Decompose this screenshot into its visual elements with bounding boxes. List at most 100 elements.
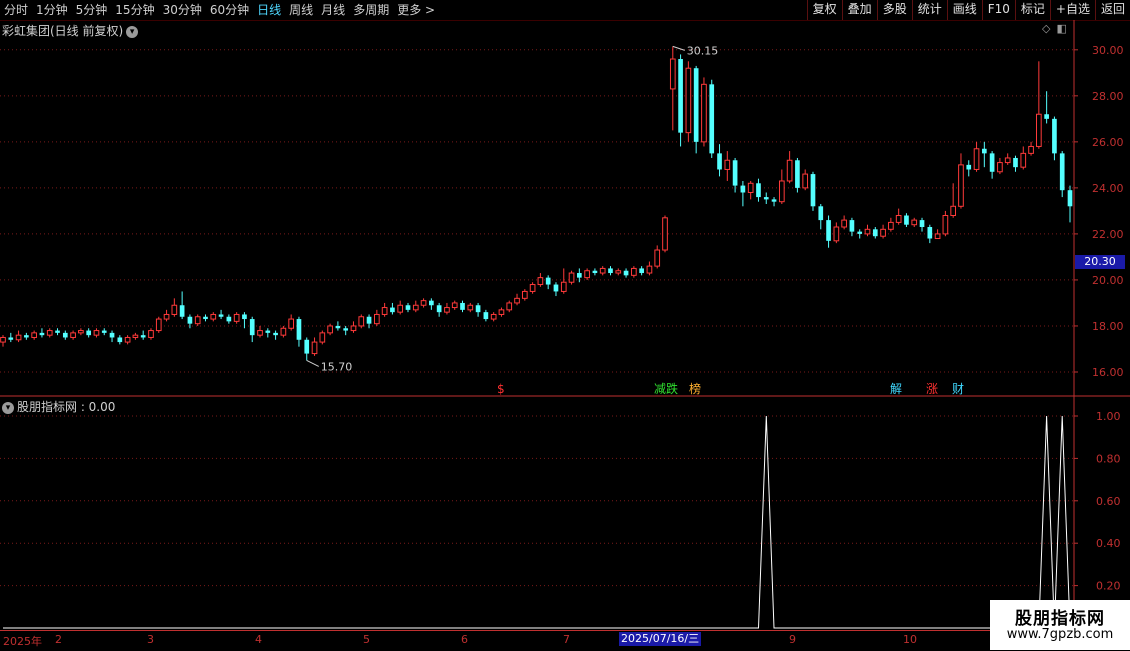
candle-body: [934, 233, 941, 240]
candle-body: [304, 339, 310, 354]
candle-body: [429, 300, 434, 306]
date-label: 7: [563, 633, 570, 646]
candle-body: [8, 337, 14, 340]
candle-body: [709, 84, 715, 154]
candle-body: [919, 220, 925, 228]
candle-body: [483, 312, 489, 320]
candle-body: [529, 284, 536, 292]
candle-body: [654, 249, 661, 267]
candle-body: [242, 314, 247, 320]
candle-body: [226, 316, 232, 322]
event-marker: 减跌: [654, 381, 678, 396]
watermark: 股朋指标网 www.7gpzb.com: [990, 600, 1130, 650]
candle-body: [467, 304, 474, 311]
candle-body: [732, 160, 738, 186]
candle-body: [950, 205, 957, 217]
candle-body: [124, 336, 131, 343]
event-marker: 解: [890, 382, 902, 396]
candle-body: [678, 59, 683, 133]
candle-body: [436, 305, 442, 313]
candle-body: [693, 68, 699, 142]
candle-body: [740, 185, 746, 193]
indicator-y-tick-label: 1.00: [1096, 410, 1121, 423]
candle-body: [771, 199, 777, 202]
candle-body: [374, 313, 380, 325]
candle-body: [849, 220, 855, 232]
candle-body: [451, 302, 458, 309]
candle-body: [904, 215, 909, 225]
y-tick-label: 16.00: [1092, 366, 1124, 379]
candle-body: [599, 267, 606, 274]
candle-body: [584, 270, 590, 279]
date-label: 2025年: [3, 635, 42, 648]
candle-body: [163, 313, 170, 320]
candle-body: [194, 316, 201, 325]
y-tick-label: 24.00: [1092, 182, 1124, 195]
indicator-y-tick-label: 0.40: [1096, 537, 1121, 550]
candle-body: [537, 277, 544, 286]
candle-body: [639, 268, 644, 274]
candle-body: [179, 305, 185, 317]
candle-body: [257, 330, 263, 336]
candle-body: [155, 318, 162, 332]
event-marker: 涨: [926, 381, 938, 396]
candle-body: [78, 330, 84, 334]
candle-body: [1067, 190, 1073, 207]
candle-body: [311, 341, 318, 355]
candle-body: [1004, 157, 1011, 164]
candle-body: [786, 159, 793, 182]
candle-body: [615, 270, 622, 274]
candle-body: [210, 313, 217, 320]
candle-body: [958, 164, 964, 207]
candle-body: [15, 334, 22, 341]
date-label: 6: [461, 633, 468, 646]
chart-svg: 30.00 28.00 26.00 24.00 22.00 20.00 18.00 16.00…: [0, 20, 1130, 630]
candle-body: [942, 215, 949, 235]
candle-body: [62, 332, 68, 338]
y-tick-label: 30.00: [1092, 44, 1124, 57]
candle-body: [646, 265, 653, 274]
candle-body: [288, 318, 295, 329]
candle-body: [343, 328, 349, 331]
candle-body: [810, 174, 816, 207]
candle-body: [1028, 145, 1034, 154]
candle-body: [218, 314, 224, 317]
event-marker: 榜: [689, 381, 701, 396]
high-label: 30.15: [687, 44, 719, 57]
candle-body: [101, 330, 107, 333]
candle-body: [966, 164, 972, 170]
candle-body: [171, 304, 178, 315]
candle-body: [669, 58, 676, 90]
candle-body: [358, 316, 365, 327]
date-label: 10: [903, 633, 917, 646]
chevron-down-icon[interactable]: ▾: [2, 401, 14, 414]
date-label: 5: [363, 633, 370, 646]
candle-body: [911, 219, 918, 226]
candle-body: [335, 325, 341, 329]
candle-body: [568, 272, 575, 283]
candle-body: [888, 221, 894, 230]
indicator-title[interactable]: ▾ 股朋指标网 : 0.00: [2, 398, 115, 415]
candle-body: [273, 332, 278, 336]
candle-body: [981, 148, 987, 154]
candle-body: [39, 332, 45, 336]
candle-body: [86, 330, 92, 336]
event-marker: 财: [952, 382, 964, 396]
candle-body: [756, 183, 761, 198]
candle-body: [795, 160, 800, 188]
candle-body: [818, 206, 824, 221]
candle-body: [460, 302, 465, 310]
candle-body: [405, 305, 411, 310]
candle-body: [608, 268, 613, 274]
candle-body: [685, 67, 692, 134]
candle-body: [203, 316, 208, 320]
candle-body: [506, 302, 513, 311]
candle-body: [545, 277, 551, 285]
candle-body: [717, 153, 722, 170]
candle-body: [763, 197, 769, 200]
candle-body: [623, 270, 629, 276]
candle-body: [857, 231, 863, 234]
indicator-y-tick-label: 0.60: [1096, 495, 1121, 508]
candle-body: [1036, 113, 1042, 147]
candle-body: [366, 316, 372, 324]
